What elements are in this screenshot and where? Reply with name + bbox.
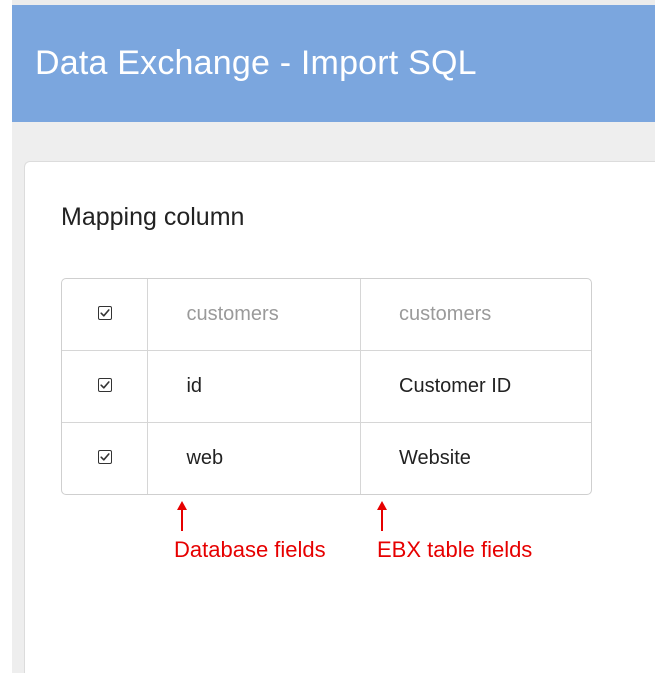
checkmark-icon [100,309,110,317]
arrow-up-icon [377,501,387,531]
table-row: web Website [62,423,591,494]
page-title: Data Exchange - Import SQL [35,44,477,82]
checkmark-icon [100,453,110,461]
database-fields-annotation: Database fields [174,537,326,562]
checkbox-cell [62,423,149,494]
section-title: Mapping column [61,203,245,231]
table-header-row: customers customers [62,279,591,351]
ebx-field-cell: Customer ID [361,351,591,423]
database-table-header: customers [148,279,361,351]
ebx-fields-annotation: EBX table fields [377,537,533,562]
table-row: id Customer ID [62,351,591,423]
checkbox-cell [62,279,149,351]
checkmark-icon [100,381,110,389]
database-field-cell: id [148,351,361,423]
select-all-checkbox[interactable] [97,306,112,320]
database-field-cell: web [148,423,361,494]
arrow-up-icon [177,501,187,531]
ebx-table-header: customers [361,279,591,351]
row-checkbox[interactable] [97,378,112,392]
row-checkbox[interactable] [97,450,112,464]
mapping-table: customers customers id Customer ID web W… [61,278,592,495]
ebx-field-cell: Website [399,447,471,469]
page-header: Data Exchange - Import SQL [12,5,655,122]
checkbox-cell [62,351,149,423]
